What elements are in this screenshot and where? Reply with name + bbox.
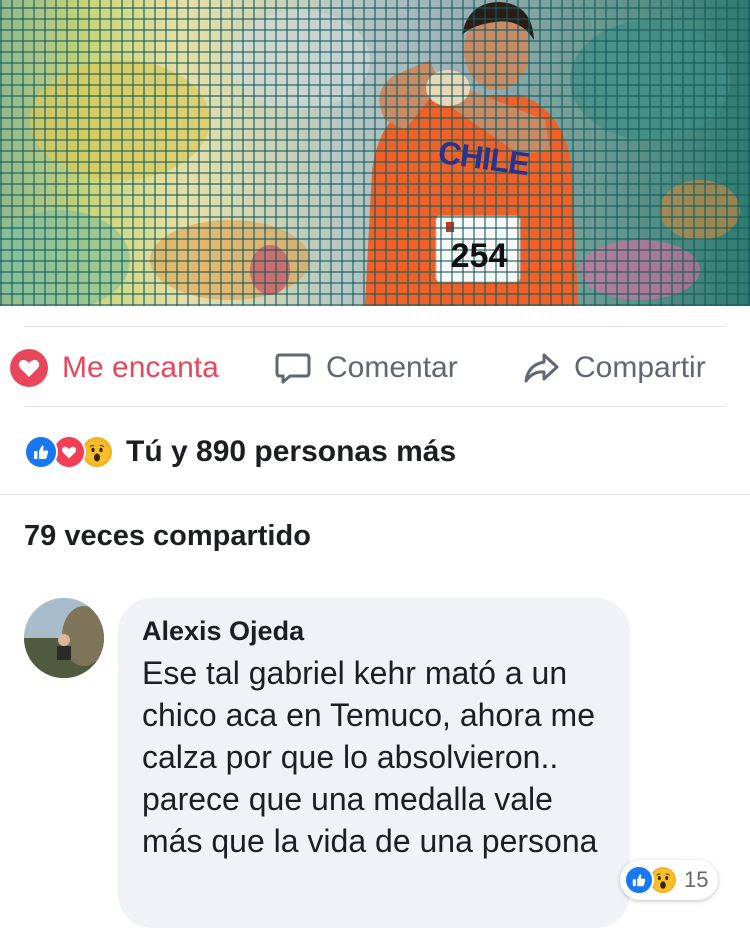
like-icon xyxy=(624,865,654,895)
share-button[interactable]: Compartir xyxy=(522,345,706,391)
comment-author[interactable]: Alexis Ojeda xyxy=(142,616,304,647)
like-icon xyxy=(24,435,58,469)
hammer-throw-net xyxy=(0,0,750,306)
reactions-summary-text: Tú y 890 personas más xyxy=(126,435,457,468)
love-button[interactable]: Me encanta xyxy=(10,345,219,391)
comment-label: Comentar xyxy=(326,351,458,384)
share-label: Compartir xyxy=(574,351,706,384)
avatar-photo xyxy=(24,598,104,678)
share-count[interactable]: 79 veces compartido xyxy=(24,520,311,553)
comment-button[interactable]: Comentar xyxy=(274,345,458,391)
speech-bubble-icon xyxy=(274,349,312,387)
reactions-summary[interactable]: Tú y 890 personas más xyxy=(24,432,456,472)
comment-reactions[interactable]: 15 xyxy=(620,860,719,900)
avatar[interactable] xyxy=(24,598,104,678)
bib-number: 254 xyxy=(450,237,508,275)
divider-actions xyxy=(24,406,726,407)
comment-bubble[interactable]: Alexis Ojeda Ese tal gabriel kehr mató a… xyxy=(118,598,630,928)
share-arrow-icon xyxy=(522,349,560,387)
divider-summary xyxy=(0,494,750,495)
divider-top xyxy=(24,326,726,327)
heart-icon xyxy=(10,349,48,387)
comment-reaction-count: 15 xyxy=(684,867,709,892)
love-label: Me encanta xyxy=(62,351,219,384)
comment-text: Ese tal gabriel kehr mató a un chico aca… xyxy=(142,655,598,859)
post-photo[interactable]: CHILE 254 xyxy=(0,0,750,306)
